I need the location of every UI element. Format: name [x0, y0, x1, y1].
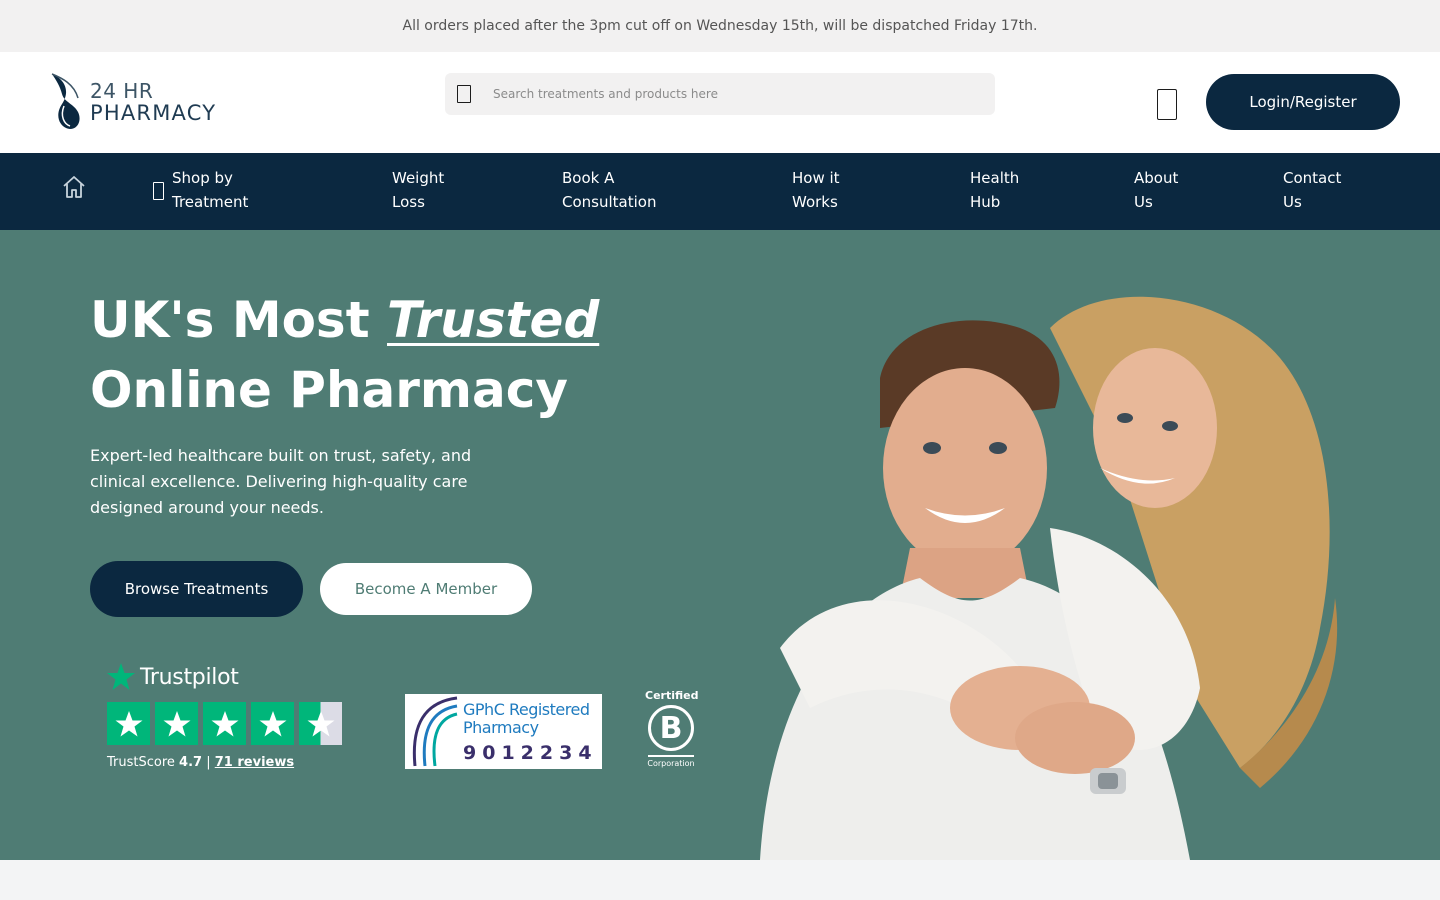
- logo-text-line1: 24 HR: [90, 78, 154, 103]
- gphc-number: 9012234: [463, 742, 598, 764]
- main-nav: Shop by Treatment Weight Loss Book A Con…: [0, 153, 1440, 230]
- trustscore-value: 4.7: [179, 755, 203, 770]
- half-star-icon: [299, 702, 342, 745]
- hero-subtitle: Expert-led healthcare built on trust, sa…: [90, 446, 472, 517]
- trustpilot-star-icon: [107, 663, 135, 690]
- leaf-logo-icon: [51, 73, 80, 129]
- bcorp-top-text: Certified: [645, 689, 699, 702]
- announcement-bar: All orders placed after the 3pm cut off …: [0, 0, 1440, 52]
- star-icon: [203, 702, 246, 745]
- nav-item-weight-loss[interactable]: Weight Loss: [392, 166, 444, 214]
- nav-item-contact-us[interactable]: Contact Us: [1283, 166, 1341, 214]
- nav-item-about-us[interactable]: About Us: [1134, 166, 1178, 214]
- bcorp-bottom-text: Corporation: [647, 759, 695, 768]
- nav-item-shop-by-treatment[interactable]: Shop by Treatment: [172, 166, 248, 214]
- search-icon[interactable]: [457, 85, 471, 103]
- hero-title-line2: Online Pharmacy: [90, 361, 569, 419]
- nav-item-book-consultation[interactable]: Book A Consultation: [562, 166, 656, 214]
- browse-treatments-button[interactable]: Browse Treatments: [90, 561, 303, 617]
- gphc-logo-icon: [412, 696, 458, 767]
- hero-title-accent: Trusted: [387, 291, 600, 349]
- gphc-registered-badge[interactable]: GPhC Registered Pharmacy 9012234: [405, 694, 602, 769]
- star-icon: [155, 702, 198, 745]
- gphc-line1: GPhC Registered: [463, 700, 590, 719]
- star-icon: [251, 702, 294, 745]
- announcement-text: All orders placed after the 3pm cut off …: [402, 18, 1038, 34]
- logo-text-line2: PHARMACY: [90, 100, 217, 125]
- gphc-line2: Pharmacy: [463, 718, 539, 737]
- hero-title: UK's Most Trusted Online Pharmacy: [90, 285, 710, 425]
- shop-menu-icon[interactable]: [153, 182, 164, 200]
- cart-icon[interactable]: [1157, 89, 1177, 120]
- nav-item-health-hub[interactable]: Health Hub: [970, 166, 1019, 214]
- trustpilot-stars: [107, 702, 342, 745]
- bcorp-divider: [648, 755, 694, 757]
- trustpilot-widget[interactable]: Trustpilot TrustScore 4.7 | 71 reviews: [106, 662, 346, 774]
- hero-section: UK's Most Trusted Online Pharmacy Expert…: [0, 230, 1440, 860]
- search-input[interactable]: [493, 87, 973, 101]
- search-bar[interactable]: [445, 73, 995, 115]
- couple-photo: [760, 296, 1338, 860]
- hero-title-prefix: UK's Most: [90, 291, 387, 349]
- login-register-button[interactable]: Login/Register: [1206, 74, 1400, 130]
- site-header: 24 HR PHARMACY Login/Register: [0, 52, 1440, 153]
- nav-item-how-it-works[interactable]: How it Works: [792, 166, 840, 214]
- site-logo[interactable]: 24 HR PHARMACY: [48, 72, 238, 132]
- trustpilot-score: TrustScore 4.7 | 71 reviews: [107, 755, 295, 770]
- trustpilot-reviews-link[interactable]: 71 reviews: [215, 755, 294, 770]
- certified-b-corp-badge[interactable]: Certified B Corporation: [645, 689, 699, 775]
- star-icon: [107, 702, 150, 745]
- become-member-button[interactable]: Become A Member: [320, 563, 532, 615]
- b-corp-icon: B: [648, 705, 694, 751]
- trustpilot-brand: Trustpilot: [140, 664, 239, 690]
- home-icon[interactable]: [62, 174, 86, 200]
